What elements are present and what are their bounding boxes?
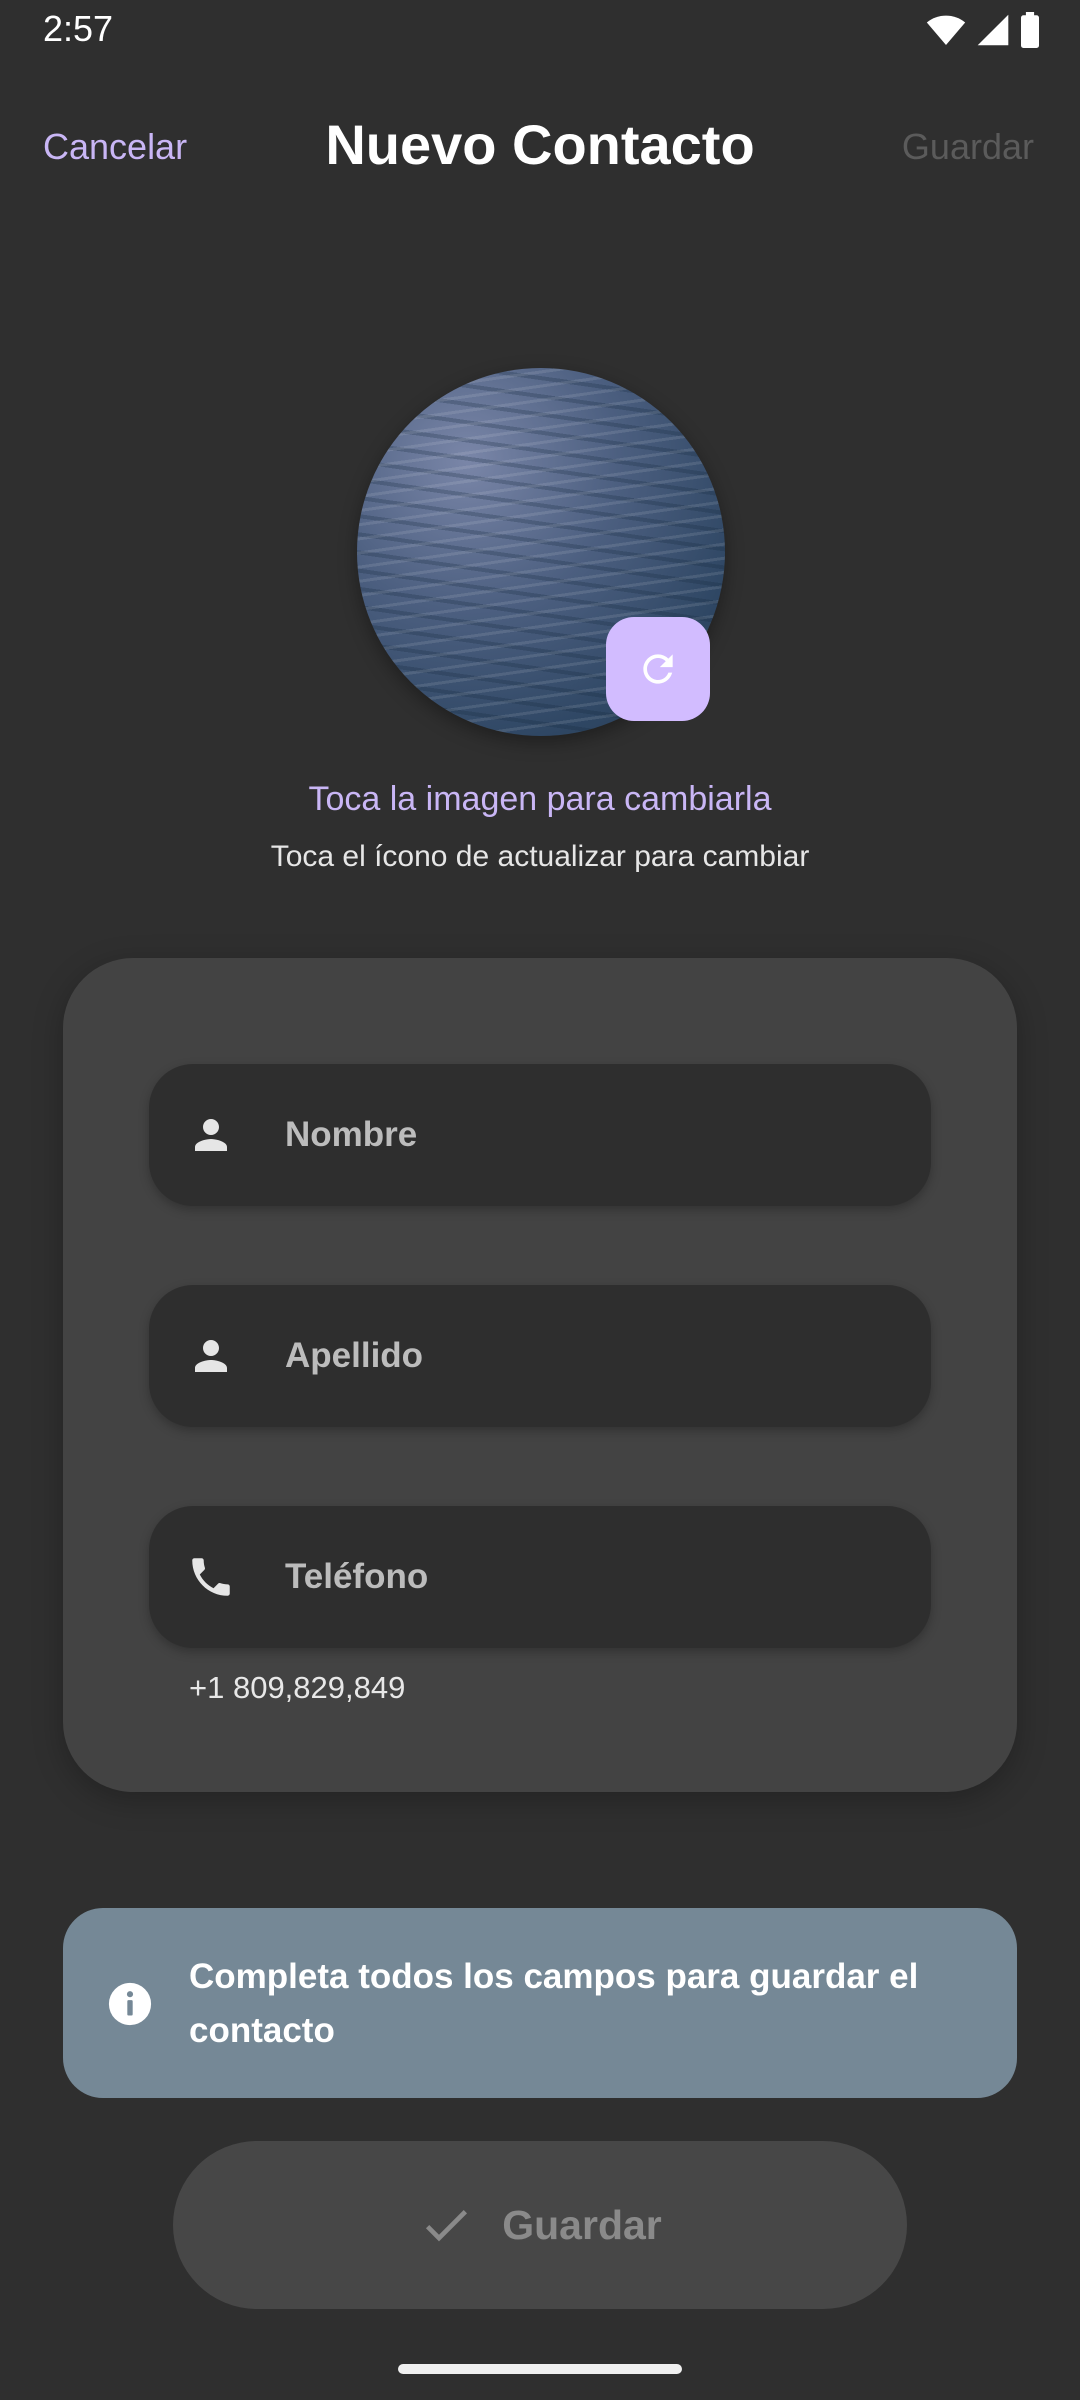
refresh-icon	[643, 654, 673, 684]
top-app-bar: Cancelar Nuevo Contacto Guardar	[0, 90, 1080, 200]
info-banner-text: Completa todos los campos para guardar e…	[189, 1957, 919, 2050]
phone-input[interactable]	[283, 1506, 901, 1648]
refresh-avatar-button[interactable]	[606, 617, 710, 721]
status-time: 2:57	[43, 8, 114, 49]
first-name-field[interactable]	[149, 1064, 931, 1206]
person-icon	[185, 1330, 237, 1382]
status-icons	[926, 12, 1040, 48]
avatar-container	[357, 368, 725, 736]
refresh-icon-hint: Toca el ícono de actualizar para cambiar	[270, 840, 810, 873]
save-button-label: Guardar	[502, 2201, 662, 2248]
info-banner: Completa todos los campos para guardar e…	[63, 1908, 1017, 2098]
last-name-input[interactable]	[283, 1285, 901, 1427]
header-save-button[interactable]: Guardar	[902, 126, 1034, 168]
phone-field[interactable]	[149, 1506, 931, 1648]
contact-form-card: +1 809,829,849	[63, 958, 1017, 1792]
phone-icon	[185, 1551, 237, 1603]
check-icon	[426, 2210, 468, 2242]
info-icon	[108, 1982, 152, 2026]
wifi-icon	[926, 15, 966, 45]
save-contact-button[interactable]: Guardar	[173, 2141, 907, 2309]
person-icon	[185, 1109, 237, 1161]
battery-icon	[1021, 12, 1039, 48]
new-contact-screen: 2:57 Cancelar Nuevo Contacto Guardar Toc…	[0, 0, 1080, 2400]
phone-helper-text: +1 809,829,849	[189, 1670, 406, 1705]
change-image-hint: Toca la imagen para cambiarla	[308, 780, 772, 818]
last-name-field[interactable]	[149, 1285, 931, 1427]
signal-icon	[977, 14, 1009, 46]
first-name-input[interactable]	[283, 1064, 901, 1206]
status-bar: 2:57	[0, 0, 1080, 62]
home-indicator[interactable]	[398, 2364, 682, 2374]
